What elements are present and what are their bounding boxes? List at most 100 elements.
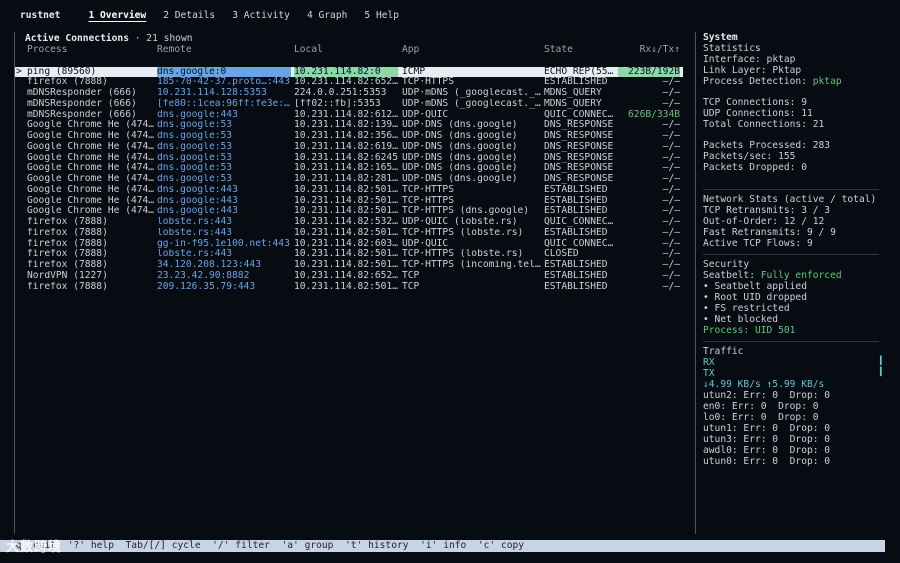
tab-activity[interactable]: 3 Activity — [232, 10, 290, 21]
table-row[interactable]: mDNSResponder (666) [fe80::1cea:96ff:fe3e… — [15, 99, 683, 110]
cell-state: QUIC_CONNEC… — [544, 238, 614, 249]
cell-process: firefox (7888) — [27, 217, 108, 227]
cell-remote: lobste.rs:443 — [157, 227, 233, 238]
table-row[interactable]: Google Chrome He (474… dns.google:443 10.2… — [15, 185, 683, 196]
tx-sparkline: ▮ ▮ ▮ — [879, 365, 883, 378]
cell-state: DNS_RESPONSE — [544, 120, 614, 131]
tab-bar: rustnet 1 Overview 2 Details 3 Activity … — [0, 0, 900, 30]
table-row[interactable]: firefox (7888) lobste.rs:443 10.231.114.82… — [15, 217, 683, 228]
cell-rxtx: –/– — [662, 163, 680, 174]
cell-remote: [fe80::1cea:96ff:fe3e:… — [157, 98, 290, 109]
cell-state: ESTABLISHED — [544, 195, 608, 206]
table-row[interactable]: Google Chrome He (474… dns.google:443 10.2… — [15, 196, 683, 207]
col-remote[interactable]: Remote — [157, 44, 192, 55]
table-row[interactable]: Google Chrome He (474… dns.google:443 10.2… — [15, 206, 683, 217]
cell-process: Google Chrome He (474… — [27, 195, 155, 206]
cell-state: DNS_RESPONSE — [544, 152, 614, 163]
cell-local: 10.231.114.82:652… — [294, 270, 398, 281]
packets-dropped: Packets Dropped: 0 — [703, 162, 807, 173]
col-local[interactable]: Local — [294, 44, 323, 55]
keybinding-footer: 'q' quit '?' help Tab/[/] cycle '/' filt… — [0, 540, 885, 552]
table-row[interactable]: firefox (7888) lobste.rs:443 10.231.114.82… — [15, 228, 683, 239]
cell-local: [ff02::fb]:5353 — [294, 98, 381, 109]
cell-local: 224.0.0.251:5353 — [294, 88, 387, 98]
cell-state: DNS_RESPONSE — [544, 174, 614, 184]
cell-app: ICMP — [402, 66, 426, 77]
table-row[interactable]: Google Chrome He (474… dns.google:53 10.23… — [15, 163, 683, 174]
cell-local: 10.231.114.82:652… — [294, 77, 398, 88]
cell-app: TCP·HTTPS (dns.google) — [402, 206, 530, 217]
cell-state: QUIC_CONNEC… — [544, 109, 614, 120]
cell-remote: dns.google:53 — [157, 120, 233, 131]
cell-process: Google Chrome He (474… — [27, 174, 155, 184]
table-row[interactable]: firefox (7888) 209.126.35.79:443 10.231.11… — [15, 282, 683, 293]
cell-rxtx: –/– — [662, 227, 680, 238]
cell-remote: dns.google:53 — [157, 141, 233, 152]
cell-state: MDNS_QUERY — [544, 98, 602, 109]
app-title: rustnet — [20, 9, 61, 21]
cell-state: ESTABLISHED — [544, 227, 608, 238]
cell-remote: dns.google:443 — [157, 109, 238, 120]
cell-app: UDP·QUIC (lobste.rs) — [402, 217, 518, 227]
total-connections: Total Connections: 21 — [703, 119, 825, 130]
cell-app: TCP·HTTPS (incoming.tel… — [402, 260, 541, 270]
table-row[interactable]: > ping (89560) dns.google:0 10.231.114.82:0… — [15, 66, 683, 78]
cell-state: ESTABLISHED — [544, 77, 608, 88]
cell-process: firefox (7888) — [27, 260, 108, 270]
cell-process: firefox (7888) — [27, 77, 108, 88]
table-row[interactable]: firefox (7888) lobste.rs:443 10.231.114.82… — [15, 249, 683, 260]
cell-process: Google Chrome He (474… — [27, 206, 155, 217]
cell-rxtx: –/– — [662, 98, 680, 109]
cell-local: 10.231.114.82:281… — [294, 174, 398, 184]
cell-process: Google Chrome He (474… — [27, 131, 155, 141]
cell-state: DNS_RESPONSE — [544, 141, 614, 152]
seatbelt-label: Seatbelt: — [703, 270, 761, 281]
tab-graph[interactable]: 4 Graph — [307, 10, 347, 21]
table-row[interactable]: Google Chrome He (474… dns.google:53 10.23… — [15, 142, 683, 153]
tab-details[interactable]: 2 Details — [163, 10, 215, 21]
table-row[interactable]: firefox (7888) 185-70-42-37.proto…:443 10.… — [15, 77, 683, 88]
cell-rxtx: –/– — [662, 238, 680, 249]
table-row[interactable]: Google Chrome He (474… dns.google:53 10.23… — [15, 120, 683, 131]
cell-app: TCP·HTTPS (lobste.rs) — [402, 227, 524, 238]
cell-rxtx: –/– — [662, 249, 680, 260]
cell-app: UDP·DNS (dns.google) — [402, 174, 518, 184]
col-rxtx[interactable]: Rx↓/Tx↑ — [618, 44, 680, 55]
table-row[interactable]: NordVPN (1227) 23.23.42.90:8882 10.231.114… — [15, 271, 683, 282]
cell-app: UDP·mDNS (_googlecast._… — [402, 88, 541, 98]
table-row[interactable]: firefox (7888) gg-in-f95.1e100.net:443 10.… — [15, 239, 683, 250]
table-row[interactable]: Google Chrome He (474… dns.google:53 10.23… — [15, 174, 683, 185]
table-row[interactable]: Google Chrome He (474… dns.google:53 10.23… — [15, 153, 683, 164]
process-uid: Process: UID 501 — [703, 325, 796, 336]
col-process[interactable]: Process — [27, 44, 67, 55]
table-row[interactable]: Google Chrome He (474… dns.google:53 10.23… — [15, 131, 683, 142]
system-panel: System Statistics Interface: pktap Link … — [695, 32, 887, 534]
table-row[interactable]: mDNSResponder (666) 10.231.114.128:5353 22… — [15, 88, 683, 99]
cell-app: TCP·HTTPS — [402, 184, 454, 195]
seatbelt-value: Fully enforced — [760, 270, 842, 281]
cell-local: 10.231.114.82:165… — [294, 163, 398, 174]
cell-app: UDP·DNS (dns.google) — [402, 163, 518, 174]
rx-sparkline: ▮ ▮ ▮ — [879, 354, 883, 367]
table-row[interactable]: mDNSResponder (666) dns.google:443 10.231.… — [15, 110, 683, 121]
cell-rxtx: –/– — [662, 88, 680, 98]
cell-state: ESTABLISHED — [544, 270, 608, 281]
cell-app: UDP·DNS (dns.google) — [402, 152, 518, 163]
col-app[interactable]: App — [402, 44, 419, 55]
connections-title-text: Active Connections — [25, 33, 129, 44]
cell-process: Google Chrome He (474… — [27, 152, 155, 163]
cell-state: CLOSED — [544, 249, 579, 260]
interface-value: pktap — [766, 54, 796, 65]
col-state[interactable]: State — [544, 44, 573, 55]
tab-help[interactable]: 5 Help — [364, 10, 399, 21]
watermark: 大数跨境 — [6, 540, 63, 555]
cell-process: mDNSResponder (666) — [27, 109, 137, 120]
cell-rxtx: 626B/334B — [628, 109, 680, 120]
cell-rxtx: –/– — [662, 77, 680, 88]
tab-overview[interactable]: 1 Overview — [88, 10, 146, 21]
selection-marker: > — [16, 66, 22, 77]
cell-remote: dns.google:53 — [157, 131, 233, 141]
process-detection-line: Process Detection: pktap — [703, 76, 842, 88]
cell-app: TCP·HTTPS (lobste.rs) — [402, 249, 524, 260]
table-row[interactable]: firefox (7888) 34.120.208.123:443 10.231.1… — [15, 260, 683, 271]
